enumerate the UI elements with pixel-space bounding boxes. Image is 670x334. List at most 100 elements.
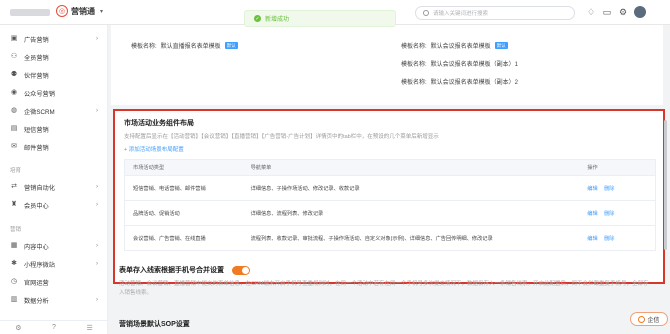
actions-cell: 编辑 删除	[583, 210, 655, 217]
wechat-icon: ◉	[10, 89, 18, 96]
chevron-right-icon: ›	[96, 261, 98, 267]
main-content: 模板名称: 默认直播报名表单模板 默认 模板名称: 默认会议报名表单模板 默认 …	[108, 25, 670, 334]
sms-icon: ▤	[10, 125, 18, 132]
sidebar-item-label: 短信营销	[24, 126, 49, 134]
chevron-right-icon: ›	[96, 297, 98, 303]
search-placeholder: 请输入关键词进行搜索	[433, 11, 489, 17]
sidebar-item-content[interactable]: ▦ 内容中心 ›	[0, 238, 108, 254]
ad-icon: ▣	[10, 35, 18, 42]
automation-icon: ⇄	[11, 183, 17, 190]
sidebar-item-label: 会员中心	[24, 202, 49, 210]
sidebar-item-analytics[interactable]: ▥ 数据分析 ›	[0, 292, 108, 308]
edit-link[interactable]: 编辑	[587, 211, 597, 217]
section-label-marketing: 营销	[10, 227, 22, 233]
sidebar-item-label: 营销自动化	[24, 184, 55, 192]
sidebar-item-label: 广告营销	[24, 36, 49, 44]
add-layout-link[interactable]: + 添加活动场景布局配置	[124, 145, 184, 153]
sidebar-item-member[interactable]: ♜ 会员中心 ›	[0, 197, 108, 213]
delete-link[interactable]: 删除	[604, 211, 614, 217]
template-card: 模板名称: 默认直播报名表单模板 默认 模板名称: 默认会议报名表单模板 默认 …	[111, 25, 663, 105]
template-value: 默认会议报名表单模板（副本）1	[430, 62, 519, 68]
marketing-logo-icon: ◎	[56, 5, 68, 17]
search-icon	[423, 10, 429, 16]
help-icon[interactable]: ?	[52, 324, 56, 331]
chevron-down-icon: ▾	[100, 8, 104, 15]
scrm-icon: ◍	[10, 107, 18, 114]
activity-type-cell: 会议营销、广告营销、在线直播	[133, 235, 206, 242]
template-value: 默认直播报名表单模板	[160, 44, 221, 50]
sidebar-item-mail[interactable]: ✉ 邮件营销	[0, 139, 108, 155]
merge-setting-header: 表单存入线索根据手机号合并设置	[119, 265, 250, 275]
sidebar-item-scrm[interactable]: ◍ 企微SCRM ›	[0, 103, 108, 119]
layout-table: 市场活动类型 导航菜单 操作 短信营销、电话营销、邮件营销 详细信息、子操作场活…	[124, 159, 656, 251]
sidebar-item-label: 企微SCRM	[24, 108, 55, 116]
sidebar-item-label: 内容中心	[24, 243, 49, 251]
default-badge: 默认	[224, 42, 238, 49]
sidebar-item-automation[interactable]: ⇄ 营销自动化 ›	[0, 179, 108, 195]
chevron-right-icon: ›	[96, 36, 98, 42]
partner-icon: ⚉	[10, 71, 18, 78]
chat-label: 企信	[647, 317, 660, 324]
template-label: 模板名称:	[401, 80, 427, 86]
sidebar-item-sms[interactable]: ▤ 短信营销	[0, 121, 108, 137]
merge-toggle[interactable]	[232, 265, 250, 275]
activity-type-cell: 品牌活动、促销活动	[133, 210, 180, 217]
nav-menu-cell: 流程列表、收款记录、审批流程、子操作场活动、自定义对象(示例)、详细信息、广告回…	[250, 235, 493, 242]
sop-section-title: 营销场景默认SOP设置	[119, 321, 190, 328]
delete-link[interactable]: 删除	[604, 236, 614, 242]
bell-icon[interactable]: ♢	[586, 7, 596, 17]
section-label-nurture: 培育	[10, 168, 22, 174]
sidebar-item-website[interactable]: ◷ 官网运营	[0, 274, 108, 290]
chevron-right-icon: ›	[96, 108, 98, 114]
chevron-right-icon: ›	[96, 184, 98, 190]
document-icon[interactable]: ▭	[602, 7, 612, 17]
sidebar-item-ad-marketing[interactable]: ▣ 广告营销 ›	[0, 31, 108, 47]
template-value: 默认会议报名表单模板	[430, 44, 491, 50]
sidebar-item-label: 伙伴营销	[24, 72, 49, 80]
column-header: 市场活动类型	[133, 165, 165, 171]
collapse-icon[interactable]: ☰	[86, 324, 92, 332]
template-value: 默认会议报名表单模板（副本）2	[430, 80, 519, 86]
mail-icon: ✉	[11, 143, 17, 150]
toggle-knob	[242, 266, 249, 274]
template-item: 模板名称: 默认会议报名表单模板（副本）2	[401, 77, 518, 86]
edit-link[interactable]: 编辑	[587, 186, 597, 192]
template-label: 模板名称:	[401, 44, 427, 50]
gear-icon[interactable]: ⚙	[618, 7, 628, 17]
settings-icon[interactable]: ⚙	[15, 324, 21, 332]
sidebar-item-label: 官网运营	[24, 279, 49, 287]
sidebar-item-label: 邮件营销	[24, 144, 49, 152]
nav-menu-cell: 详细信息、流程列表、修改记录	[250, 210, 324, 217]
merge-setting-title: 表单存入线索根据手机号合并设置	[119, 267, 224, 274]
delete-link[interactable]: 删除	[604, 186, 614, 192]
template-label: 模板名称:	[131, 44, 157, 50]
app-switcher[interactable]: ◎ 营销通 ▾	[56, 5, 103, 17]
table-header: 市场活动类型 导航菜单 操作	[125, 160, 655, 175]
chat-button[interactable]: 企信	[630, 312, 668, 326]
website-icon: ◷	[10, 278, 18, 285]
default-badge: 默认	[494, 42, 508, 49]
panel-title: 市场活动业务组件布局	[124, 120, 194, 127]
activity-layout-panel: 市场活动业务组件布局 支持配置后显示在【活动营销】【会议营销】【直播营销】【广告…	[113, 109, 665, 284]
analytics-icon: ▥	[10, 296, 18, 303]
check-icon: ✓	[254, 15, 261, 22]
avatar[interactable]	[634, 6, 646, 18]
sidebar-item-all-staff[interactable]: ⚇ 全员营销	[0, 49, 108, 65]
content-icon: ▦	[10, 242, 18, 249]
edit-link[interactable]: 编辑	[587, 236, 597, 242]
sidebar-item-label: 全员营销	[24, 54, 49, 62]
sidebar-item-wechat[interactable]: ◉ 公众号营销	[0, 85, 108, 101]
sidebar: ▣ 广告营销 › ⚇ 全员营销 ⚉ 伙伴营销 ◉ 公众号营销 ◍ 企微SCRM …	[0, 25, 108, 334]
scrollbar[interactable]	[664, 120, 667, 250]
actions-cell: 编辑 删除	[583, 235, 655, 242]
sidebar-item-miniapp[interactable]: ✱ 小程序微站 ›	[0, 256, 108, 272]
member-icon: ♜	[10, 201, 18, 208]
table-row: 会议营销、广告营销、在线直播 流程列表、收款记录、审批流程、子操作场活动、自定义…	[125, 225, 655, 250]
chat-icon	[638, 315, 646, 323]
template-item: 模板名称: 默认会议报名表单模板（副本）1	[401, 59, 518, 68]
template-item: 模板名称: 默认直播报名表单模板 默认	[131, 41, 238, 50]
sidebar-item-partner[interactable]: ⚉ 伙伴营销	[0, 67, 108, 83]
template-label: 模板名称:	[401, 62, 427, 68]
panel-description: 支持配置后显示在【活动营销】【会议营销】【直播营销】【广告营销-广告计划】详情页…	[124, 134, 439, 140]
search-input[interactable]: 请输入关键词进行搜索	[415, 6, 575, 20]
